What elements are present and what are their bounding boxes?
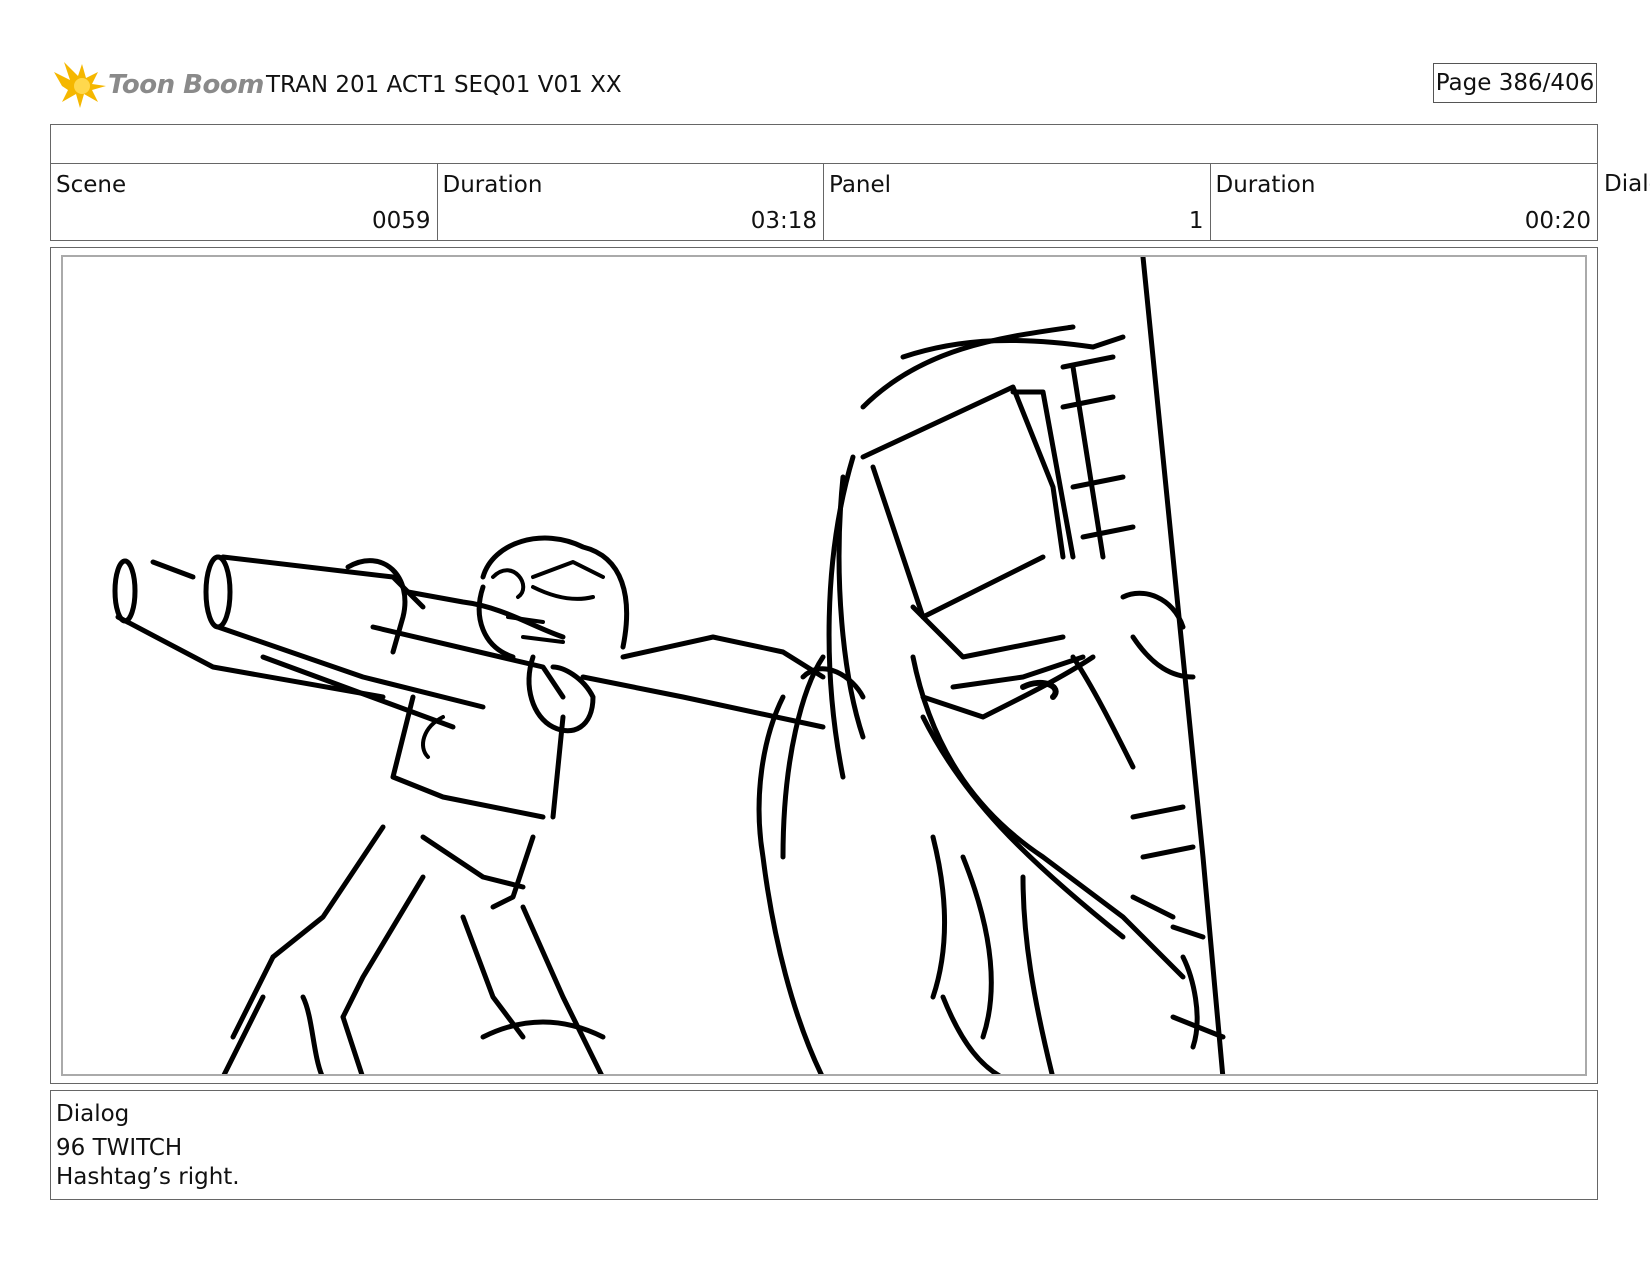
sketch-panel xyxy=(61,255,1587,1076)
right-character-sketch xyxy=(756,257,1226,1074)
storyboard-sketch xyxy=(112,257,1226,1074)
panel-duration-value: 00:20 xyxy=(1524,208,1591,234)
scene-duration-label: Duration xyxy=(442,172,543,198)
toon-boom-logo: Toon Boom xyxy=(52,58,264,114)
left-character-sketch xyxy=(112,535,826,1074)
dialog-column-label: Dialo xyxy=(1604,171,1650,197)
dialog-label: Dialog xyxy=(56,1101,130,1127)
scene-label: Scene xyxy=(56,172,127,198)
panel-cell: Panel 1 xyxy=(824,164,1211,240)
panel-label: Panel xyxy=(829,172,892,198)
logo-text: Toon Boom xyxy=(108,70,264,100)
project-title: TRAN 201 ACT1 SEQ01 V01 XX xyxy=(266,72,622,98)
scene-duration-cell: Duration 03:18 xyxy=(438,164,824,240)
dialog-box: Dialog 96 TWITCH Hashtag’s right. xyxy=(50,1090,1598,1200)
scene-value: 0059 xyxy=(371,208,431,234)
sun-burst-icon xyxy=(54,62,106,108)
scene-duration-value: 03:18 xyxy=(750,208,817,234)
dialog-text: Hashtag’s right. xyxy=(56,1164,240,1190)
page-indicator: Page 386/406 xyxy=(1433,63,1597,103)
dialog-speaker: 96 TWITCH xyxy=(56,1135,183,1161)
panel-duration-cell: Duration 00:20 xyxy=(1211,164,1598,240)
panel-value: 1 xyxy=(1188,208,1204,234)
info-row: Scene 0059 Duration 03:18 Panel 1 Durati… xyxy=(50,163,1598,241)
panel-duration-label: Duration xyxy=(1215,172,1316,198)
header-bar xyxy=(50,124,1598,164)
scene-cell: Scene 0059 xyxy=(51,164,438,240)
